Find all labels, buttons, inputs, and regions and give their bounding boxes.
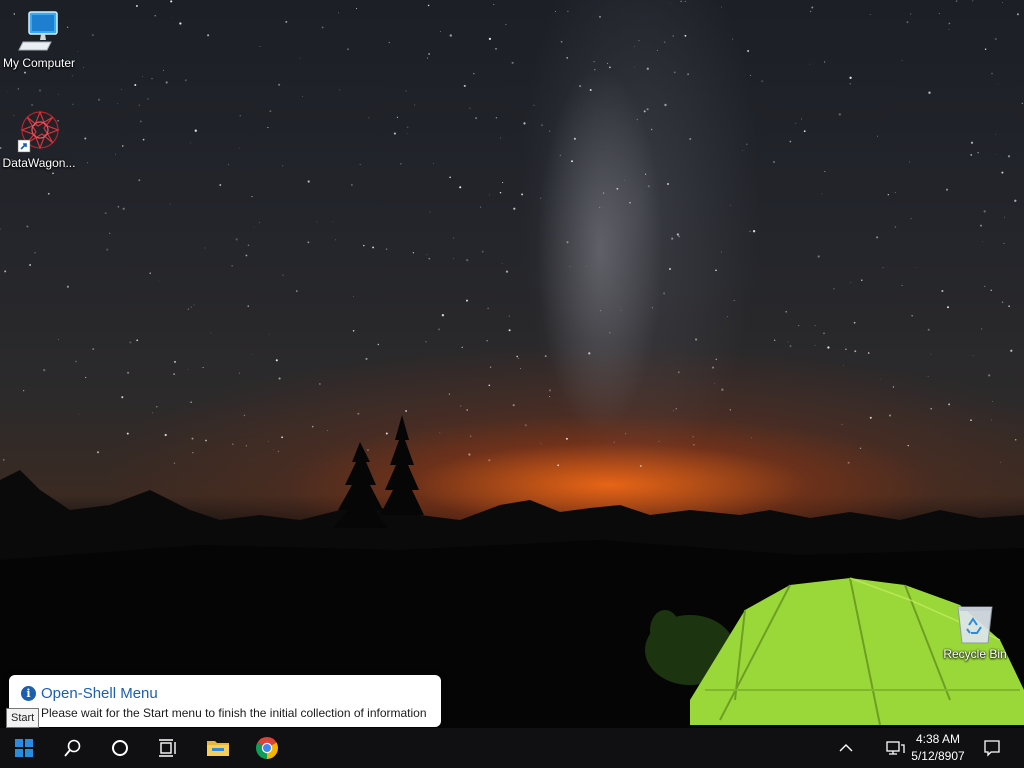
datawagon-shortcut-icon	[17, 110, 60, 153]
chrome-icon	[256, 737, 278, 759]
taskbar: 4:38 AM 5/12/8907	[0, 728, 1024, 768]
clock[interactable]: 4:38 AM 5/12/8907	[906, 732, 970, 763]
desktop-icon-label: My Computer	[2, 56, 76, 70]
search-button[interactable]	[48, 728, 96, 768]
open-shell-notification[interactable]: i Open-Shell Menu Please wait for the St…	[9, 675, 441, 727]
desktop-icon-label: Recycle Bin	[943, 647, 1007, 661]
landscape	[0, 415, 1024, 728]
chevron-up-icon	[839, 744, 853, 752]
start-button[interactable]	[0, 728, 48, 768]
desktop-icon-datawagon[interactable]: DataWagon...	[1, 108, 77, 170]
recycle-bin-icon	[957, 606, 993, 644]
cortana-circle-icon	[112, 740, 128, 756]
computer-icon	[18, 11, 58, 51]
action-center-button[interactable]	[972, 728, 1012, 768]
cortana-button[interactable]	[96, 728, 144, 768]
search-icon	[64, 739, 81, 757]
windows-start-icon	[15, 739, 33, 757]
show-hidden-icons-button[interactable]	[823, 728, 869, 768]
task-view-icon	[159, 739, 176, 757]
desktop-icon-label: DataWagon...	[2, 156, 76, 170]
notification-message: Please wait for the Start menu to finish…	[41, 706, 427, 720]
notification-title: Open-Shell Menu	[41, 685, 158, 702]
notification-icon	[984, 740, 1000, 757]
file-explorer-button[interactable]	[194, 728, 242, 768]
desktop-icon-my-computer[interactable]: My Computer	[1, 10, 77, 70]
task-view-button[interactable]	[144, 728, 192, 768]
desktop-wallpaper: My Computer DataWagon... Recycle Bin	[0, 0, 1024, 728]
network-icon	[886, 741, 905, 755]
chrome-button[interactable]	[243, 728, 291, 768]
info-icon: i	[21, 686, 36, 701]
clock-time: 4:38 AM	[915, 732, 961, 746]
desktop-icon-recycle-bin[interactable]: Recycle Bin	[937, 603, 1013, 661]
folder-icon	[207, 741, 229, 756]
start-tooltip: Start	[6, 708, 40, 728]
clock-date: 5/12/8907	[911, 749, 965, 763]
